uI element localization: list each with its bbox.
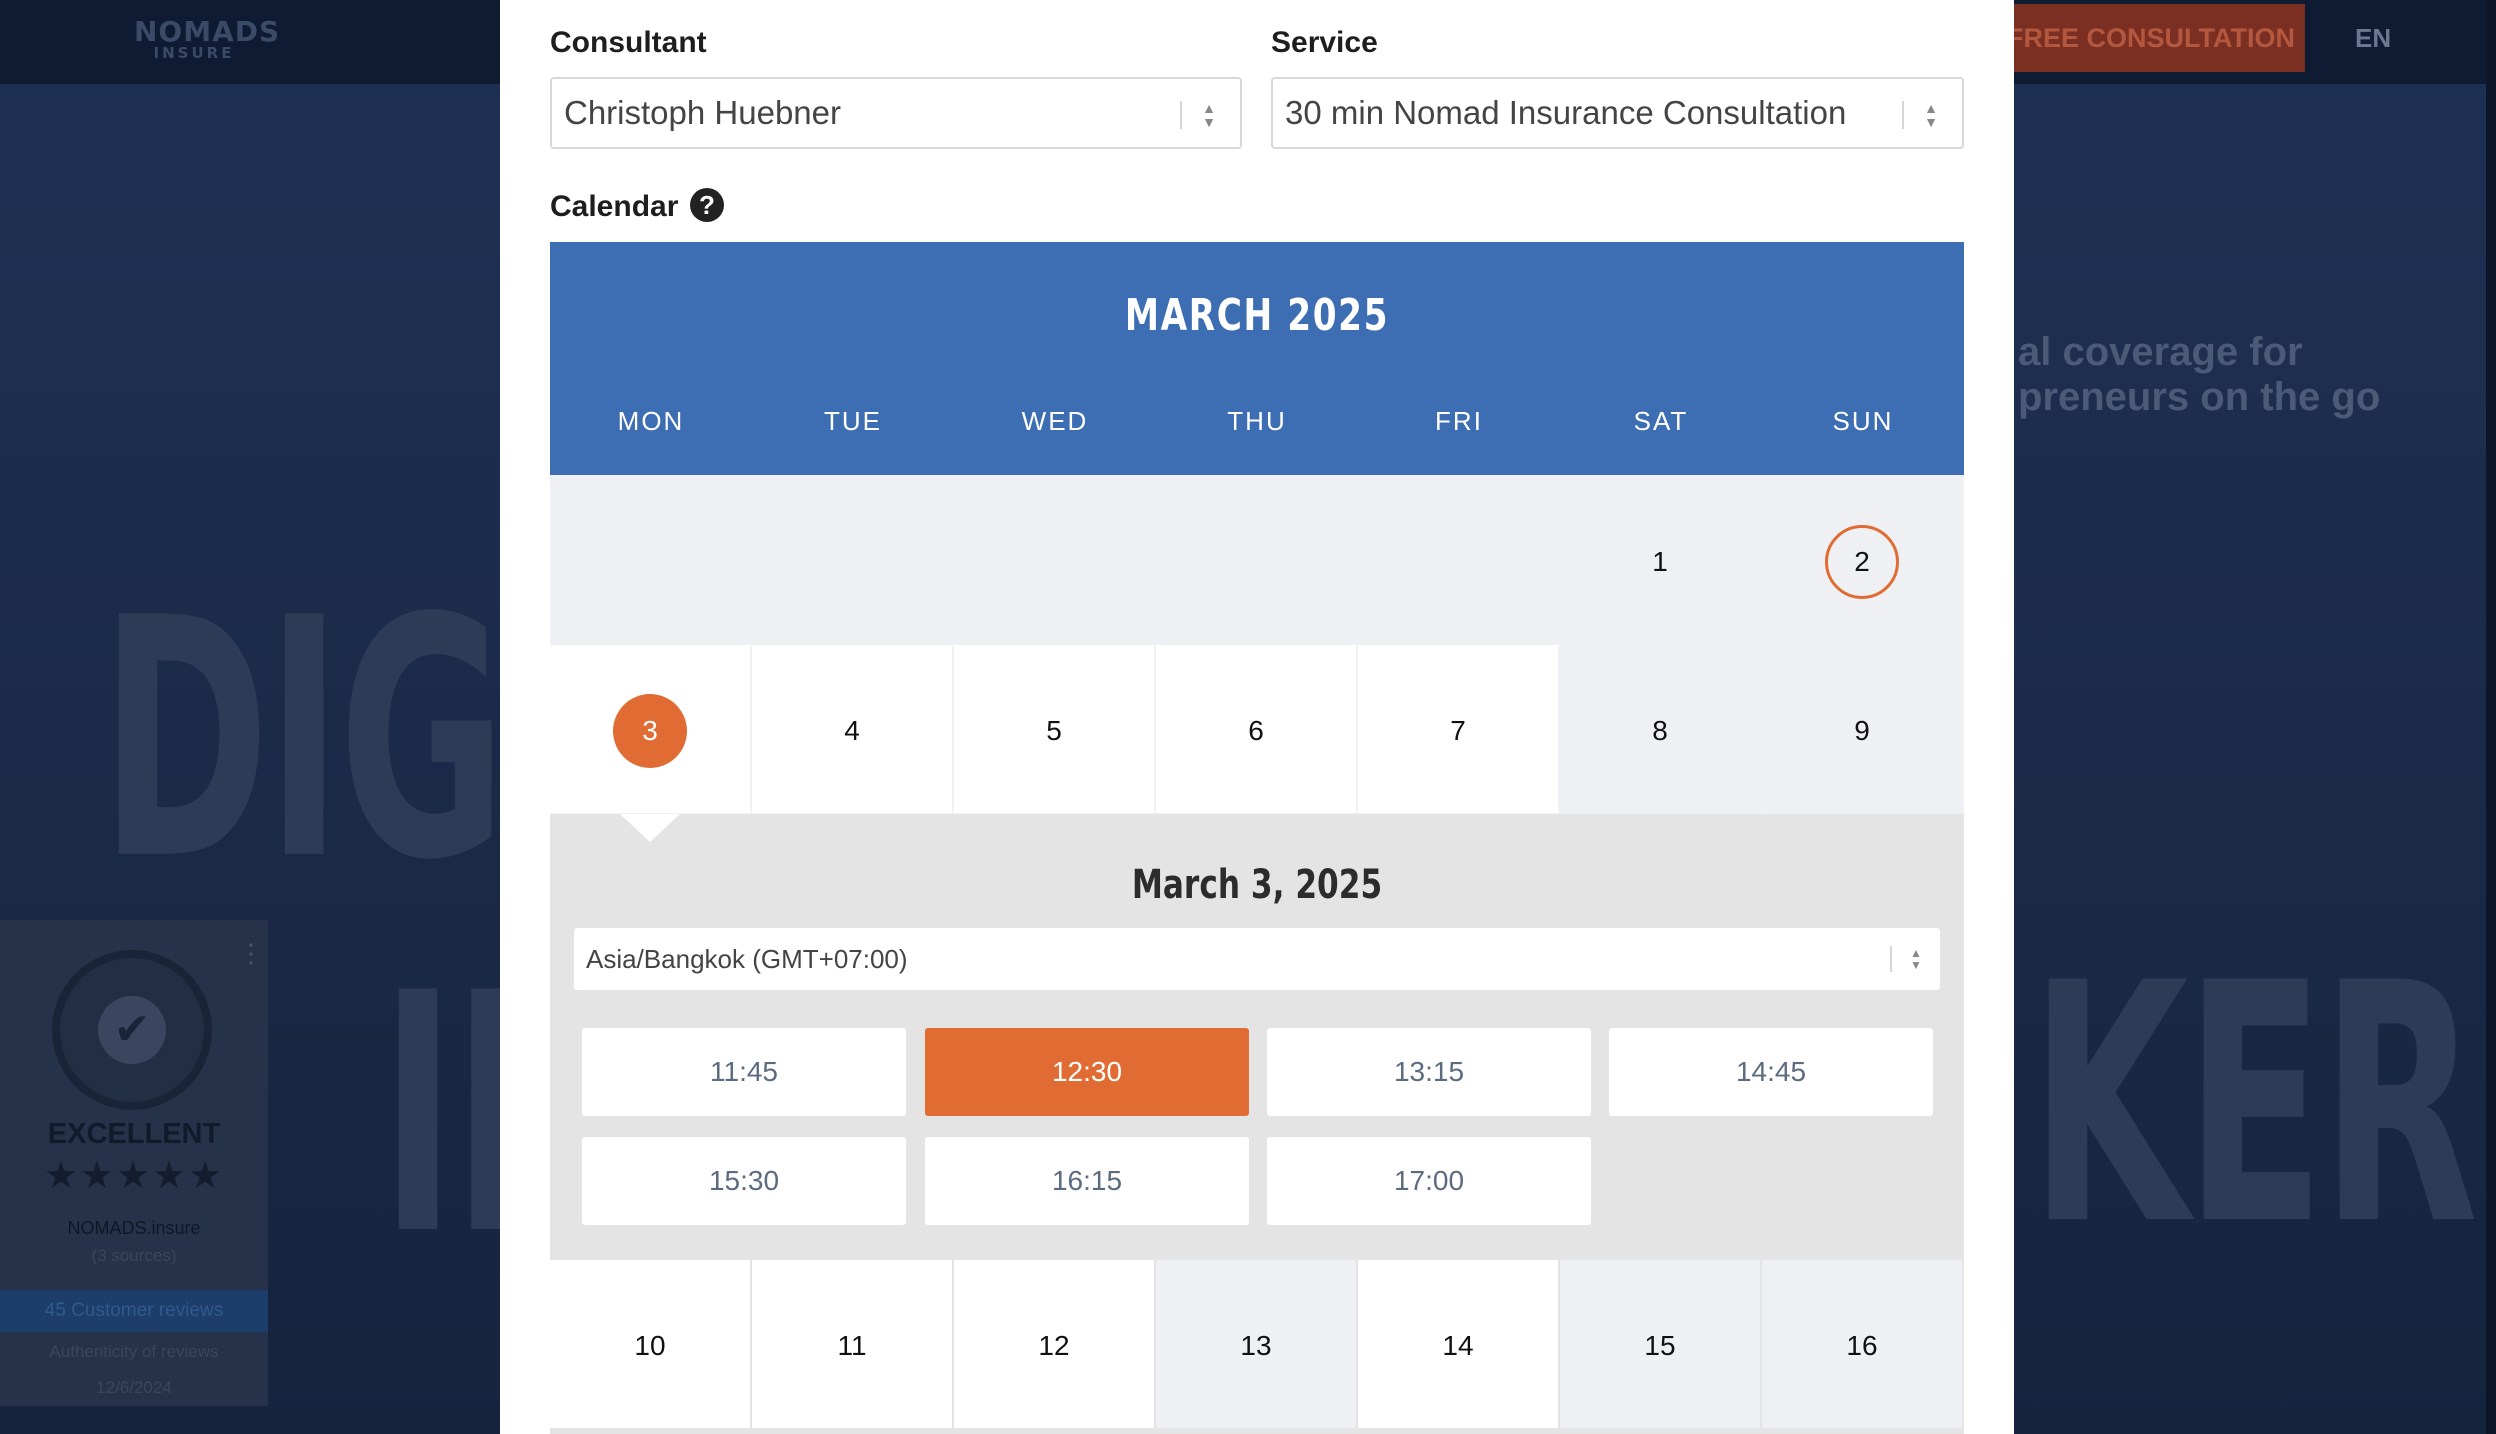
- day-number-today: 2: [1825, 524, 1899, 599]
- calendar-header: MARCH 2025 MON TUE WED THU FRI SAT SUN: [550, 242, 1964, 475]
- review-date: 12/6/2024: [96, 1378, 172, 1397]
- service-select-value: 30 min Nomad Insurance Consultation: [1285, 94, 1847, 131]
- rating-label: EXCELLENT: [47, 1118, 221, 1150]
- customer-reviews-link[interactable]: 45 Customer reviews: [0, 1290, 268, 1332]
- language-selector[interactable]: EN: [2355, 4, 2391, 72]
- service-label: Service: [1271, 26, 1378, 59]
- day-number: 11: [837, 1329, 867, 1361]
- select-arrows-icon: ▲ ▼: [1202, 100, 1216, 130]
- hero-subheadline-line-1: al coverage for: [2018, 330, 2303, 374]
- calendar-empty-cell: [550, 476, 750, 644]
- calendar-empty-cell: [1358, 476, 1558, 644]
- time-slot-1530[interactable]: 15:30: [582, 1137, 906, 1225]
- calendar-day-7[interactable]: 7: [1358, 645, 1558, 813]
- checkmark-icon: ✔: [98, 996, 166, 1064]
- day-number: 1: [1652, 545, 1668, 577]
- time-slot-1315[interactable]: 13:15: [1267, 1028, 1591, 1116]
- proven-expert-widget[interactable]: ✔ ⋮ EXCELLENT ★★★★★ NOMADS.insure (3 sou…: [0, 920, 268, 1406]
- consultant-select-value: Christoph Huebner: [564, 94, 841, 131]
- service-select[interactable]: 30 min Nomad Insurance Consultation ▲ ▼: [1271, 77, 1964, 149]
- weekday-sun: SUN: [1832, 406, 1894, 436]
- timezone-select[interactable]: Asia/Bangkok (GMT+07:00) ▲ ▼: [574, 928, 1940, 990]
- time-slot-1145[interactable]: 11:45: [582, 1028, 906, 1116]
- selected-date-title: March 3, 2025: [1131, 862, 1383, 908]
- weekday-tue: TUE: [824, 406, 882, 436]
- day-number-selected: 3: [613, 693, 687, 768]
- help-icon[interactable]: ?: [690, 188, 724, 222]
- day-number: 4: [844, 714, 860, 746]
- authenticity-link[interactable]: Authenticity of reviews: [0, 1342, 268, 1362]
- time-slot-1700[interactable]: 17:00: [1267, 1137, 1591, 1225]
- weekday-thu: THU: [1227, 406, 1287, 436]
- booking-modal: Consultant Christoph Huebner ▲ ▼ Service …: [500, 0, 2014, 1434]
- company-name: NOMADS.insure: [67, 1218, 201, 1238]
- day-number: 9: [1854, 714, 1870, 746]
- calendar-day-3-selected[interactable]: 3: [550, 645, 750, 813]
- calendar-empty-cell: [954, 476, 1154, 644]
- calendar-month-title: MARCH 2025: [1124, 290, 1390, 341]
- weekday-fri: FRI: [1435, 406, 1483, 436]
- page-scrollbar[interactable]: [2486, 0, 2496, 1434]
- calendar-day-14[interactable]: 14: [1358, 1260, 1558, 1428]
- calendar-day-12[interactable]: 12: [954, 1260, 1154, 1428]
- calendar-day-11[interactable]: 11: [752, 1260, 952, 1428]
- select-separator: [1180, 101, 1182, 129]
- day-number: 12: [1038, 1329, 1070, 1361]
- time-slot-1615[interactable]: 16:15: [925, 1137, 1249, 1225]
- calendar-day-16: 16: [1762, 1260, 1962, 1428]
- free-consultation-button[interactable]: FREE CONSULTATION: [1990, 4, 2305, 72]
- select-arrows-icon: ▲ ▼: [1924, 100, 1938, 130]
- calendar-empty-cell: [752, 476, 952, 644]
- calendar-day-2-today: 2: [1762, 476, 1962, 644]
- calendar-day-1: 1: [1560, 476, 1760, 644]
- calendar-day-6[interactable]: 6: [1156, 645, 1356, 813]
- calendar-day-5[interactable]: 5: [954, 645, 1154, 813]
- day-number: 15: [1644, 1329, 1676, 1361]
- day-number: 5: [1046, 714, 1062, 746]
- weekday-sat: SAT: [1633, 406, 1689, 436]
- logo-line-1: NOMADS: [134, 15, 281, 48]
- consultant-select[interactable]: Christoph Huebner ▲ ▼: [550, 77, 1242, 149]
- weekday-wed: WED: [1021, 406, 1089, 436]
- day-number: 10: [634, 1329, 666, 1361]
- day-number: 7: [1450, 714, 1466, 746]
- calendar-day-8: 8: [1560, 645, 1760, 813]
- calendar-label: Calendar: [550, 190, 679, 223]
- select-separator: [1902, 101, 1904, 129]
- time-slot-1230-selected[interactable]: 12:30: [925, 1028, 1249, 1116]
- day-number: 8: [1652, 714, 1668, 746]
- calendar-day-10[interactable]: 10: [550, 1260, 750, 1428]
- hero-subheadline-line-2: preneurs on the go: [2018, 375, 2381, 419]
- hero-title-fragment-3: KER: [2030, 913, 2478, 1297]
- time-slot-1445[interactable]: 14:45: [1609, 1028, 1933, 1116]
- star-rating-icon: ★★★★★: [43, 1155, 225, 1197]
- consultant-label: Consultant: [550, 26, 707, 59]
- day-number: 6: [1248, 714, 1264, 746]
- sources-count: (3 sources): [91, 1246, 177, 1265]
- select-arrows-icon: ▲ ▼: [1910, 946, 1922, 972]
- day-number: 13: [1240, 1329, 1272, 1361]
- calendar: MARCH 2025 MON TUE WED THU FRI SAT SUN 1…: [550, 242, 1964, 1434]
- nomads-insure-logo[interactable]: NOMADS INSURE: [134, 15, 281, 66]
- calendar-day-15: 15: [1560, 1260, 1760, 1428]
- day-number: 14: [1442, 1329, 1474, 1361]
- select-separator: [1890, 946, 1892, 972]
- calendar-day-9: 9: [1762, 645, 1962, 813]
- calendar-day-13: 13: [1156, 1260, 1356, 1428]
- proven-expert-seal: ✔: [52, 950, 212, 1110]
- timezone-select-value: Asia/Bangkok (GMT+07:00): [586, 944, 908, 974]
- calendar-day-4[interactable]: 4: [752, 645, 952, 813]
- hero-subheadline: al coverage for preneurs on the go: [2018, 330, 2380, 420]
- calendar-empty-cell: [1156, 476, 1356, 644]
- weekday-mon: MON: [617, 406, 685, 436]
- logo-line-2: INSURE: [153, 44, 235, 62]
- selected-day-pointer: [620, 814, 680, 842]
- day-number: 16: [1846, 1329, 1878, 1361]
- more-options-icon[interactable]: ⋮: [238, 938, 264, 969]
